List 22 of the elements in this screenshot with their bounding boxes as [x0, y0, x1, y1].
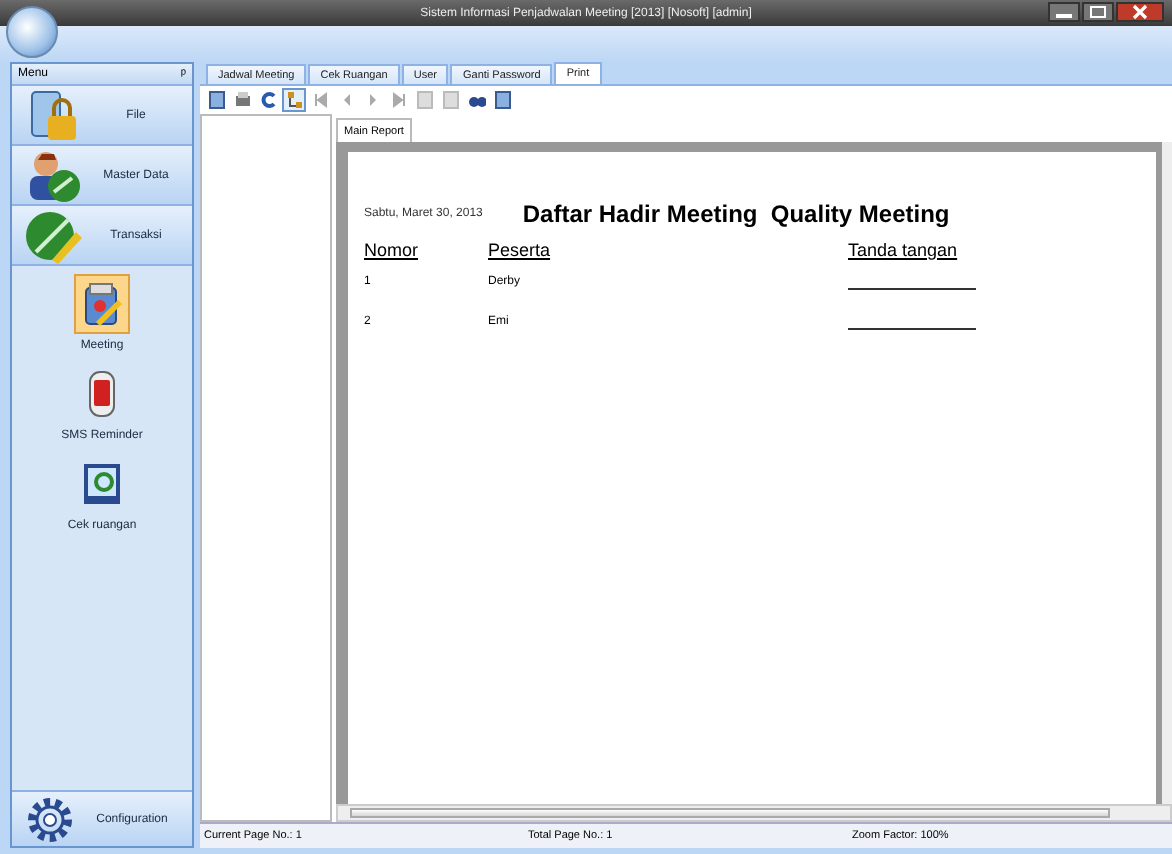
- pencil-icon: [24, 207, 84, 263]
- gear-icon: [24, 793, 76, 845]
- notepad-icon: [80, 280, 124, 328]
- maximize-icon: [1088, 4, 1108, 20]
- maximize-button[interactable]: [1082, 2, 1114, 22]
- person-icon: [24, 147, 84, 203]
- app-orb-icon[interactable]: [6, 6, 58, 58]
- column-header: Peserta: [488, 240, 553, 260]
- close-icon: [1130, 4, 1150, 20]
- column-header: Tanda tangan: [848, 240, 960, 260]
- signature-line: [848, 287, 976, 289]
- tree-icon[interactable]: [282, 88, 306, 112]
- report-title: Daftar Hadir Meeting Quality Meeting: [522, 200, 950, 228]
- picture-icon: [79, 460, 124, 508]
- minimize-button[interactable]: [1048, 2, 1080, 22]
- horizontal-scrollbar[interactable]: [336, 804, 1172, 822]
- print-icon[interactable]: [230, 88, 254, 112]
- signature-line: [848, 327, 976, 329]
- close-button[interactable]: [1116, 2, 1164, 22]
- vertical-scrollbar[interactable]: [1162, 142, 1172, 804]
- column-header: Nomor: [364, 240, 421, 260]
- refresh-icon[interactable]: [256, 88, 280, 112]
